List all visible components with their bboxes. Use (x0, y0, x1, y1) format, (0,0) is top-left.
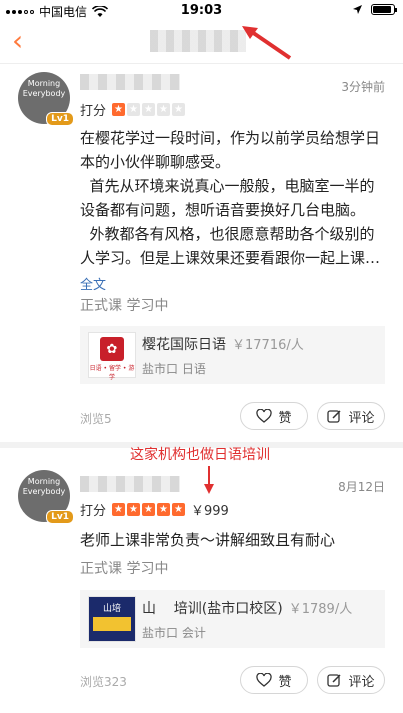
org-logo: 山培 (88, 596, 136, 642)
like-button[interactable]: 赞 (240, 402, 308, 430)
level-badge: Lv1 (46, 112, 74, 126)
org-logo: ✿ 日语 • 留学 • 游学 (88, 332, 136, 381)
rating-label: 打分 (80, 104, 107, 119)
review-date: 3分钟前 (341, 80, 385, 94)
org-price: ￥17716/人 (232, 338, 304, 353)
avatar[interactable]: Morning Everybody Lv1 (18, 470, 74, 524)
org-name: 樱花国际日语 (142, 337, 226, 353)
review-date: 8月12日 (338, 480, 385, 494)
annotation-arrow-icon (204, 466, 214, 494)
star-icon: ★ (157, 503, 171, 516)
review-text[interactable]: 老师上课非常负责～讲解细致且有耐心 (80, 528, 385, 552)
star-icon: ★ (112, 503, 126, 516)
org-name: 山 培训(盐市口校区) (142, 601, 283, 617)
like-button[interactable]: 赞 (240, 666, 308, 694)
star-rating: ★ ★ ★ ★ ★ (112, 503, 186, 516)
logo-banner (93, 617, 131, 631)
org-location: 盐市口 日语 (142, 362, 206, 376)
flower-icon: ✿ (100, 337, 124, 361)
org-price: ￥1789/人 (288, 602, 353, 617)
view-count: 浏览5 (80, 412, 112, 426)
review-line: 设备都有问题，想听语音要换好几台电脑。 (80, 201, 366, 219)
star-icon: ★ (127, 103, 141, 116)
review-text[interactable]: 在樱花学过一段时间，作为以前学员给想学日 本的小伙伴聊聊感受。 首先从环境来说真… (80, 126, 385, 270)
org-logo-text: 山培 (102, 604, 121, 614)
status-bar: 中国电信 19:03 (0, 0, 403, 22)
review-line: 老师上课非常负责～讲解细致且有耐心 (80, 531, 336, 549)
course-category: 正式课 学习中 (80, 298, 169, 314)
org-name-row: 樱花国际日语 ￥17716/人 (142, 334, 304, 354)
full-text-link[interactable]: 全文 (80, 274, 106, 293)
star-icon: ★ (172, 503, 186, 516)
star-icon: ★ (157, 103, 171, 116)
location-icon (353, 5, 362, 14)
edit-icon (327, 673, 342, 687)
review-line: 人学习。但是上课效果还要看跟你一起上课… (80, 249, 381, 267)
org-logo-text: 日语 • 留学 • 游学 (89, 365, 135, 381)
avatar-text: Morning Everybody (22, 79, 66, 98)
review-line: 在樱花学过一段时间，作为以前学员给想学日 (80, 129, 381, 147)
org-name-row: 山 培训(盐市口校区) ￥1789/人 (142, 598, 352, 618)
like-label: 赞 (278, 410, 292, 426)
edit-icon (327, 409, 342, 423)
rating-row: 打分 ★ ★ ★ ★ ★ ￥999 (80, 500, 229, 519)
star-icon: ★ (112, 103, 126, 116)
annotation-text: 这家机构也做日语培训 (130, 447, 270, 463)
org-card[interactable]: ✿ 日语 • 留学 • 游学 樱花国际日语 ￥17716/人 盐市口 日语 (80, 326, 385, 384)
avatar[interactable]: Morning Everybody Lv1 (18, 72, 74, 126)
clock: 19:03 (180, 3, 223, 18)
avatar-text: Morning Everybody (22, 477, 66, 496)
course-category: 正式课 学习中 (80, 561, 169, 577)
star-icon: ★ (142, 503, 156, 516)
heart-icon (256, 409, 273, 423)
price-paid: ￥999 (191, 504, 229, 519)
rating-label: 打分 (80, 504, 107, 519)
review-line: 首先从环境来说真心一般般，电脑室一半的 (80, 177, 375, 195)
username-blurred[interactable] (80, 74, 180, 90)
comment-label: 评论 (348, 410, 375, 426)
status-right (352, 4, 397, 15)
star-rating: ★ ★ ★ ★ ★ (112, 103, 186, 116)
star-icon: ★ (172, 103, 186, 116)
org-location: 盐市口 会计 (142, 626, 206, 640)
view-count: 浏览323 (80, 675, 127, 689)
like-label: 赞 (278, 674, 292, 690)
battery-icon (371, 4, 397, 15)
page-title-blurred (150, 30, 246, 52)
level-badge: Lv1 (46, 510, 74, 524)
annotation-arrow-icon (242, 26, 292, 60)
comment-button[interactable]: 评论 (317, 666, 385, 694)
chevron-left-icon[interactable]: ‹ (12, 26, 23, 56)
comment-label: 评论 (348, 674, 375, 690)
org-card[interactable]: 山培 山 培训(盐市口校区) ￥1789/人 盐市口 会计 (80, 590, 385, 648)
star-icon: ★ (142, 103, 156, 116)
username-blurred[interactable] (80, 476, 180, 492)
rating-row: 打分 ★ ★ ★ ★ ★ (80, 100, 186, 119)
heart-icon (256, 673, 273, 687)
nav-bar: ‹ (0, 22, 403, 64)
review-line: 外教都各有风格，也很愿意帮助各个级别的 (80, 225, 375, 243)
comment-button[interactable]: 评论 (317, 402, 385, 430)
review-line: 本的小伙伴聊聊感受。 (80, 153, 231, 171)
star-icon: ★ (127, 503, 141, 516)
